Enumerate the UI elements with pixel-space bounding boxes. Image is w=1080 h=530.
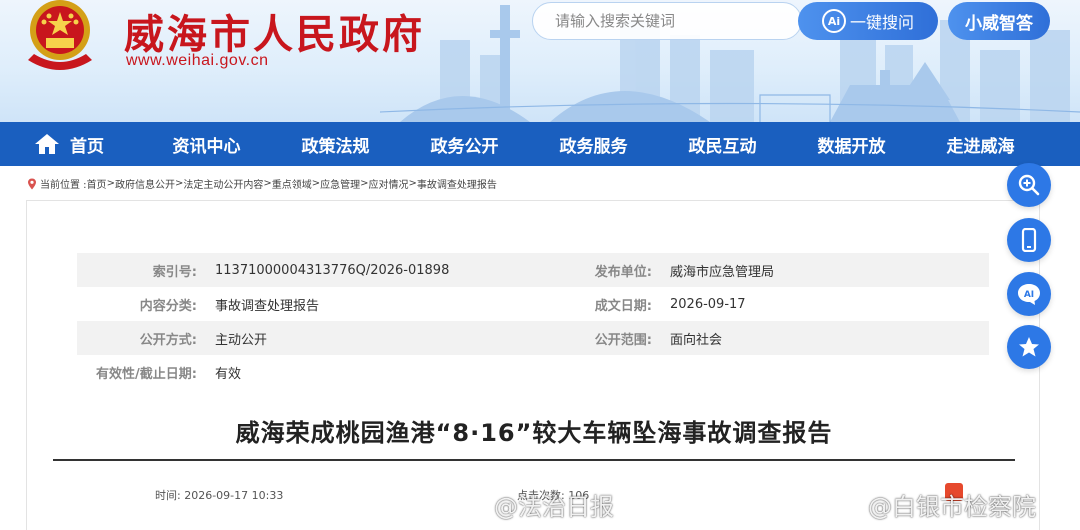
nav-item-services[interactable]: 政务服务: [529, 122, 658, 166]
breadcrumb-item[interactable]: 重点领域: [272, 176, 312, 191]
publisher-value: 威海市应急管理局: [670, 264, 775, 280]
scope-value: 面向社会: [670, 332, 723, 348]
main-nav: 首页 资讯中心 政策法规 政务公开 政务服务 政民互动 数据开放 走进威海: [0, 122, 1080, 166]
breadcrumb-separator: >: [311, 178, 321, 189]
article-panel: 索引号: 11371000004313776Q/2026-01898 发布单位:…: [26, 200, 1040, 530]
site-url[interactable]: www.weihai.gov.cn: [126, 52, 268, 70]
metadata-row: 索引号: 11371000004313776Q/2026-01898 发布单位:…: [77, 253, 989, 287]
nav-item-label: 首页: [70, 136, 104, 157]
weibo-watermark: @法治日报: [452, 487, 614, 522]
watermark-text: @白银市检察院: [868, 493, 1036, 521]
method-value: 主动公开: [215, 332, 268, 348]
nav-item-open-data[interactable]: 数据开放: [787, 122, 916, 166]
nav-item-about-weihai[interactable]: 走进威海: [916, 122, 1045, 166]
breadcrumb-separator: >: [408, 178, 417, 189]
breadcrumb-item[interactable]: 首页: [87, 176, 107, 191]
breadcrumb-separator: >: [174, 178, 184, 189]
svg-text:AI: AI: [1024, 290, 1034, 300]
metadata-table: 索引号: 11371000004313776Q/2026-01898 发布单位:…: [77, 253, 989, 389]
search-input[interactable]: [555, 12, 785, 30]
breadcrumb-separator: >: [106, 178, 115, 189]
xiaowei-answer-button[interactable]: 小威智答: [948, 2, 1050, 40]
mobile-button[interactable]: [1007, 218, 1051, 262]
breadcrumb: 当前位置 : 首页 > 政府信息公开 > 法定主动公开内容 > 重点领域 > 应急管理 >…: [26, 176, 497, 191]
site-header: 威海市人民政府 www.weihai.gov.cn Ai 一键搜问 小威智答: [0, 0, 1080, 122]
scope-label: 公开范围:: [594, 332, 652, 348]
national-emblem-icon: [28, 0, 92, 70]
article-title: 威海荣成桃园渔港“8·16”较大车辆坠海事故调查报告: [235, 419, 833, 447]
metadata-row: 有效性/截止日期: 有效: [77, 355, 989, 389]
date-label: 成文日期:: [594, 298, 652, 314]
category-label: 内容分类:: [139, 298, 197, 314]
publish-time: 时间: 2026-09-17 10:33: [155, 487, 283, 503]
title-divider: [53, 459, 1015, 461]
zoom-button[interactable]: [1007, 163, 1051, 207]
breadcrumb-separator: >: [263, 178, 272, 189]
metadata-row: 内容分类: 事故调查处理报告 成文日期: 2026-09-17: [77, 287, 989, 321]
weibo-logo-icon: [826, 493, 861, 518]
ai-search-button[interactable]: Ai 一键搜问: [798, 2, 938, 40]
weibo-logo-icon: [452, 493, 487, 518]
index-label: 索引号:: [152, 264, 197, 280]
ai-search-label: 一键搜问: [849, 13, 914, 32]
home-icon: [35, 134, 59, 154]
nav-item-interaction[interactable]: 政民互动: [658, 122, 787, 166]
index-value: 11371000004313776Q/2026-01898: [215, 262, 450, 278]
breadcrumb-item[interactable]: 应急管理: [320, 176, 360, 191]
metadata-row: 公开方式: 主动公开 公开范围: 面向社会: [77, 321, 989, 355]
breadcrumb-item-current[interactable]: 事故调查处理报告: [417, 176, 497, 191]
favorite-button[interactable]: [1007, 325, 1051, 369]
nav-item-news[interactable]: 资讯中心: [142, 122, 271, 166]
breadcrumb-item[interactable]: 政府信息公开: [115, 176, 175, 191]
breadcrumb-item[interactable]: 法定主动公开内容: [183, 176, 263, 191]
weibo-watermark: @白银市检察院: [826, 487, 1036, 522]
time-label: 时间:: [155, 489, 181, 502]
search-box[interactable]: [532, 2, 802, 40]
nav-item-policy[interactable]: 政策法规: [271, 122, 400, 166]
validity-value: 有效: [215, 366, 242, 382]
favorite-icon: [1019, 337, 1039, 357]
breadcrumb-item[interactable]: 应对情况: [369, 176, 409, 191]
breadcrumb-separator: >: [360, 178, 369, 189]
watermark-text: @法治日报: [494, 493, 614, 521]
time-value: 2026-09-17 10:33: [184, 489, 284, 502]
location-pin-icon: [28, 178, 36, 189]
ai-chat-button[interactable]: AI: [1007, 272, 1051, 316]
method-label: 公开方式:: [139, 332, 197, 348]
category-value: 事故调查处理报告: [215, 298, 320, 314]
nav-item-gov-open[interactable]: 政务公开: [400, 122, 529, 166]
ai-chat-icon: AI: [1018, 284, 1040, 305]
mobile-icon: [1021, 228, 1037, 252]
publisher-label: 发布单位:: [594, 264, 652, 280]
zoom-in-icon: [1018, 174, 1040, 196]
date-value: 2026-09-17: [670, 296, 746, 312]
breadcrumb-prefix: 当前位置 :: [40, 180, 87, 191]
ai-icon: Ai: [821, 9, 846, 33]
nav-item-home[interactable]: 首页: [0, 122, 142, 166]
validity-label: 有效性/截止日期:: [96, 366, 197, 382]
